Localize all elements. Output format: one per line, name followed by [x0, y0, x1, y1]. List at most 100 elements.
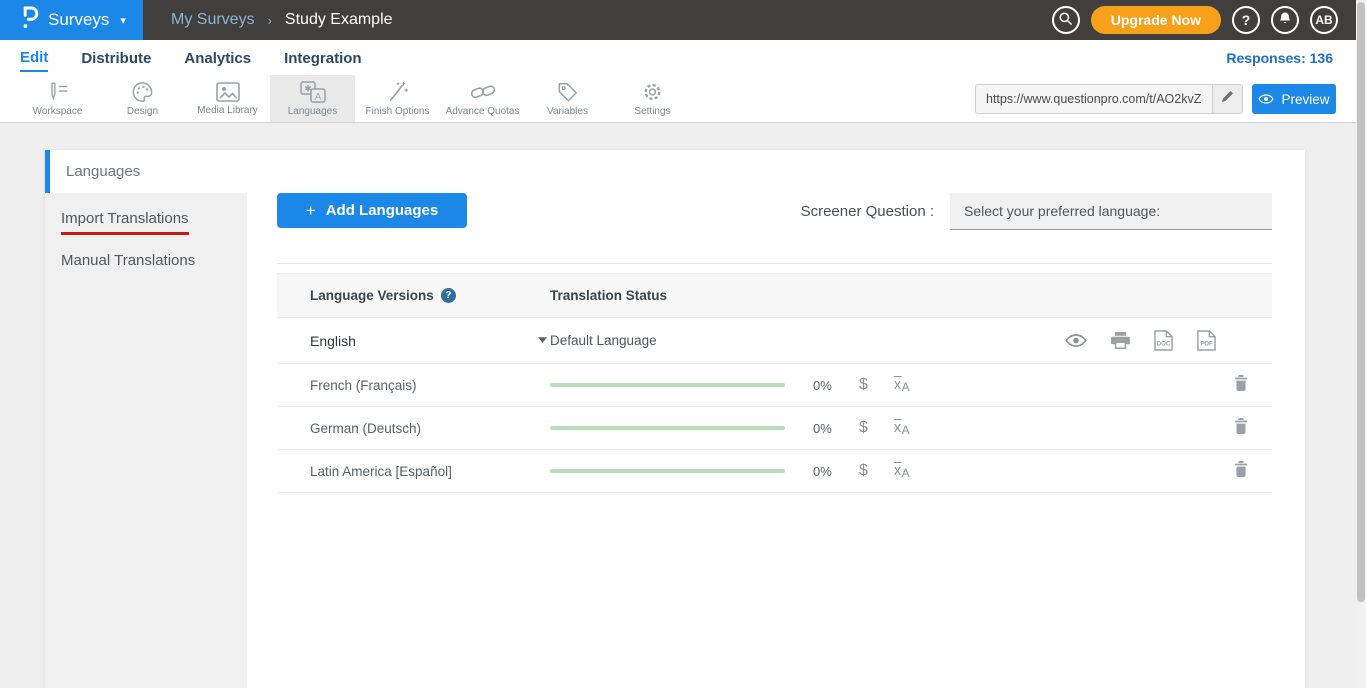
- toolbar-item-media-library[interactable]: Media Library: [185, 75, 270, 122]
- view-eye-icon[interactable]: [1065, 334, 1087, 347]
- table-row-latin-america: Latin America [Español] 0% $ xA: [277, 450, 1272, 493]
- tag-icon: [556, 81, 579, 103]
- languages-panel: Languages Import Translations Manual Tra…: [45, 150, 1305, 688]
- bell-icon: [1278, 11, 1292, 29]
- eye-icon: [1258, 92, 1274, 107]
- add-languages-button[interactable]: + Add Languages: [277, 193, 467, 228]
- pencil-icon: [1221, 90, 1234, 108]
- paid-translation-icon[interactable]: $: [859, 376, 868, 394]
- scrollbar-thumb[interactable]: [1357, 2, 1365, 602]
- questionpro-logo-icon: [20, 5, 39, 35]
- toolbar-item-design[interactable]: Design: [100, 75, 185, 122]
- column-language-versions: Language Versions ?: [277, 288, 550, 303]
- vertical-scrollbar[interactable]: [1356, 0, 1366, 688]
- palette-icon: [131, 81, 154, 103]
- default-language-name: English: [310, 333, 356, 349]
- toolbar-item-settings[interactable]: Settings: [610, 75, 695, 122]
- tab-edit[interactable]: Edit: [20, 43, 48, 72]
- auto-translate-icon[interactable]: xA: [894, 377, 910, 394]
- languages-main: + Add Languages Screener Question : Sele…: [247, 150, 1305, 688]
- toolbar-item-languages[interactable]: ✱ A Languages: [270, 75, 355, 122]
- notifications-button[interactable]: [1271, 6, 1299, 34]
- search-icon: [1058, 11, 1073, 29]
- screener-question-label: Screener Question :: [801, 203, 934, 220]
- upgrade-now-button[interactable]: Upgrade Now: [1091, 6, 1221, 34]
- tab-integration[interactable]: Integration: [284, 44, 362, 71]
- translation-percent: 0%: [813, 378, 843, 393]
- table-row-german: German (Deutsch) 0% $ xA: [277, 407, 1272, 450]
- tab-distribute[interactable]: Distribute: [81, 44, 151, 71]
- toolbar-item-variables[interactable]: Variables: [525, 75, 610, 122]
- delete-language-button[interactable]: [1234, 375, 1272, 396]
- table-row-default-language: English Default Language: [277, 318, 1272, 364]
- preview-label: Preview: [1281, 92, 1329, 107]
- translation-percent: 0%: [813, 421, 843, 436]
- toolbar-item-workspace[interactable]: Workspace: [15, 75, 100, 122]
- trash-icon: [1234, 375, 1248, 391]
- languages-table: Language Versions ? Translation Status E…: [277, 263, 1272, 493]
- translation-status-cell: 0% $ xA: [550, 461, 1272, 482]
- table-header-row: Language Versions ? Translation Status: [277, 273, 1272, 318]
- avatar[interactable]: AB: [1310, 6, 1338, 34]
- toolbar-item-finish-options[interactable]: Finish Options: [355, 75, 440, 122]
- sidebar-item-import-translations[interactable]: Import Translations: [45, 193, 247, 235]
- languages-sidebar: Languages Import Translations Manual Tra…: [45, 150, 247, 688]
- delete-language-button[interactable]: [1234, 461, 1272, 482]
- translation-progress-bar: [550, 426, 785, 430]
- default-language-cell: English: [277, 333, 550, 349]
- sidebar-item-languages[interactable]: Languages: [45, 150, 247, 193]
- responses-count[interactable]: Responses: 136: [1226, 50, 1333, 66]
- print-icon[interactable]: [1111, 332, 1130, 349]
- translation-percent: 0%: [813, 464, 843, 479]
- help-icon[interactable]: ?: [441, 288, 456, 303]
- delete-language-button[interactable]: [1234, 418, 1272, 439]
- search-button[interactable]: [1052, 6, 1080, 34]
- controls-row: + Add Languages Screener Question : Sele…: [277, 193, 1272, 230]
- survey-nav: Edit Distribute Analytics Integration Re…: [0, 40, 1366, 75]
- trash-icon: [1234, 461, 1248, 477]
- sidebar-secondary: Import Translations Manual Translations: [45, 193, 247, 688]
- chain-links-icon: [470, 81, 496, 103]
- survey-url-field: [975, 84, 1243, 114]
- sidebar-item-manual-translations[interactable]: Manual Translations: [45, 235, 247, 269]
- paid-translation-icon[interactable]: $: [859, 462, 868, 480]
- top-header: Surveys ▾ My Surveys › Study Example Upg…: [0, 0, 1366, 40]
- trash-icon: [1234, 418, 1248, 434]
- help-button[interactable]: ?: [1232, 6, 1260, 34]
- workspace-icon: [46, 81, 70, 103]
- translate-icon: ✱ A: [300, 81, 326, 103]
- content-area: Languages Import Translations Manual Tra…: [0, 124, 1366, 688]
- auto-translate-icon[interactable]: xA: [894, 463, 910, 480]
- product-switcher[interactable]: Surveys ▾: [0, 0, 143, 40]
- edit-toolbar: Workspace Design: [0, 75, 1366, 123]
- survey-url-input[interactable]: [976, 85, 1212, 113]
- translation-status-cell: 0% $ xA: [550, 418, 1272, 439]
- column-translation-status: Translation Status: [550, 288, 667, 303]
- language-name-cell: French (Français): [277, 378, 550, 393]
- table-row-french: French (Français) 0% $ xA: [277, 364, 1272, 407]
- questionpro-app: Surveys ▾ My Surveys › Study Example Upg…: [0, 0, 1366, 688]
- avatar-initials: AB: [1315, 13, 1332, 27]
- toolbar-item-advance-quotas[interactable]: Advance Quotas: [440, 75, 525, 122]
- export-pdf-icon[interactable]: PDF: [1197, 330, 1216, 351]
- header-actions: Upgrade Now ? AB: [1052, 6, 1366, 34]
- language-name-cell: Latin America [Español]: [277, 464, 550, 479]
- preview-button[interactable]: Preview: [1252, 84, 1336, 114]
- auto-translate-icon[interactable]: xA: [894, 420, 910, 437]
- breadcrumb-my-surveys[interactable]: My Surveys: [171, 11, 255, 29]
- plus-icon: +: [306, 201, 316, 221]
- svg-text:DOC: DOC: [1157, 341, 1171, 348]
- translation-status-cell: 0% $ xA: [550, 375, 1272, 396]
- screener-question-select[interactable]: Select your preferred language:: [950, 193, 1272, 230]
- tab-analytics[interactable]: Analytics: [184, 44, 251, 71]
- chevron-down-icon: ▾: [120, 14, 126, 27]
- translation-progress-bar: [550, 469, 785, 473]
- export-doc-icon[interactable]: DOC: [1154, 330, 1173, 351]
- paid-translation-icon[interactable]: $: [859, 419, 868, 437]
- edit-url-button[interactable]: [1212, 85, 1242, 113]
- magic-wand-icon: [386, 81, 410, 103]
- chevron-down-icon[interactable]: [538, 335, 550, 346]
- translation-progress-bar: [550, 383, 785, 387]
- product-name: Surveys: [48, 10, 109, 30]
- screener-question-group: Screener Question : Select your preferre…: [801, 193, 1272, 230]
